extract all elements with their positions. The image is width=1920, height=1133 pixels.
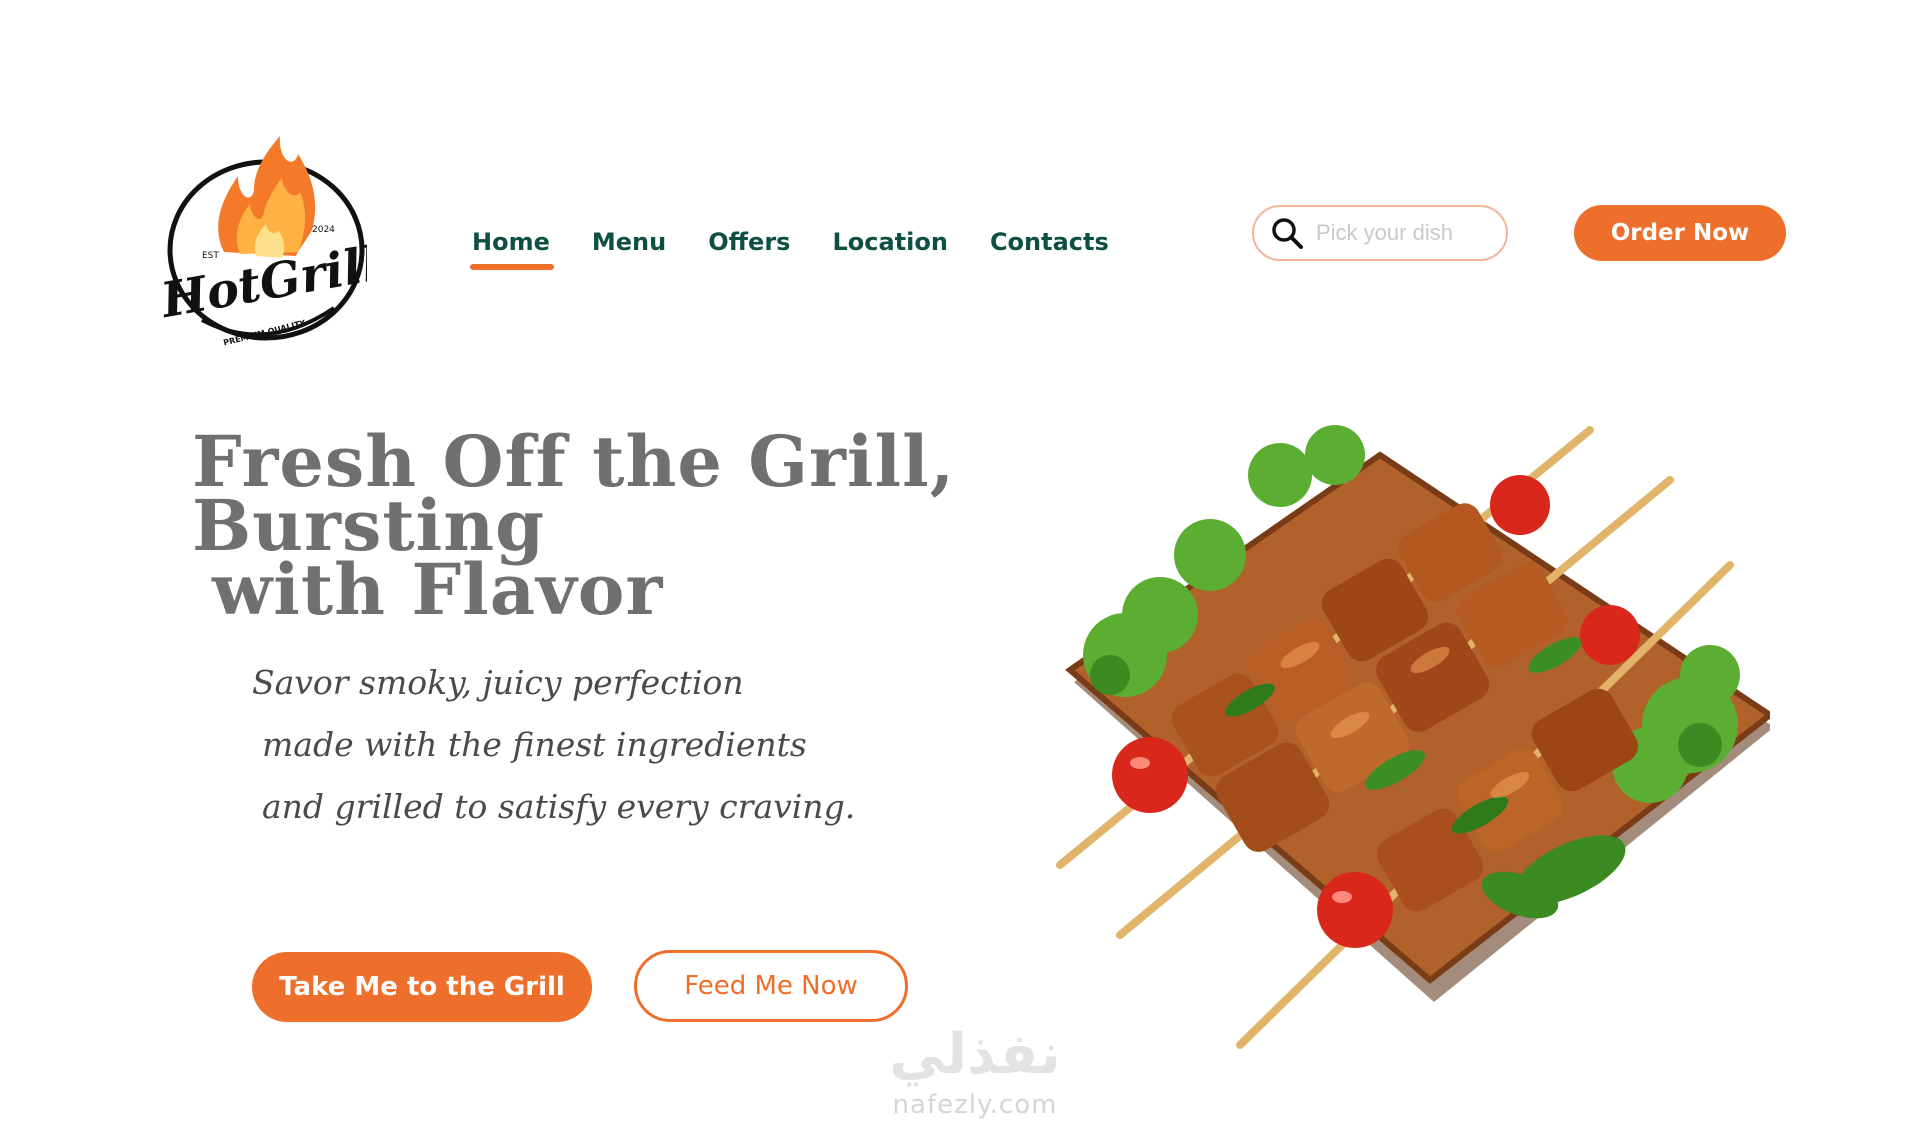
search-input[interactable] xyxy=(1314,219,1488,247)
hero-title-line-1: Fresh Off the Grill, Bursting xyxy=(192,420,956,567)
hero-subtitle-line-1: Savor smoky, juicy perfection xyxy=(252,663,744,702)
nav-item-offers[interactable]: Offers xyxy=(708,228,790,264)
search-box[interactable] xyxy=(1252,205,1508,261)
nav-item-home[interactable]: Home xyxy=(470,228,554,270)
svg-text:EST: EST xyxy=(202,251,219,261)
nav-item-menu[interactable]: Menu xyxy=(592,228,666,264)
nav-item-contacts[interactable]: Contacts xyxy=(990,228,1109,264)
hero-subtitle: Savor smoky, juicy perfection made with … xyxy=(252,652,855,838)
kebab-illustration xyxy=(1056,425,1770,1049)
svg-text:2024: 2024 xyxy=(312,225,335,235)
take-me-to-grill-button[interactable]: Take Me to the Grill xyxy=(252,952,592,1022)
hero-subtitle-line-2: made with the finest ingredients xyxy=(262,725,807,764)
feed-me-now-button[interactable]: Feed Me Now xyxy=(634,950,908,1022)
nav-item-location[interactable]: Location xyxy=(832,228,947,264)
kebab-skewers-image xyxy=(1050,415,1770,1055)
hero-subtitle-line-3: and grilled to satisfy every craving. xyxy=(262,787,856,826)
hotgrill-logo-icon: EST 2024 HotGrill PREMIUM QUALITY xyxy=(162,136,367,347)
search-icon[interactable] xyxy=(1270,216,1304,250)
brand-logo[interactable]: EST 2024 HotGrill PREMIUM QUALITY xyxy=(162,132,367,347)
main-nav: Home Menu Offers Location Contacts xyxy=(470,228,1109,270)
watermark-latin: nafezly.com xyxy=(892,1090,1058,1120)
order-now-button[interactable]: Order Now xyxy=(1574,205,1786,261)
hero-title: Fresh Off the Grill, Bursting with Flavo… xyxy=(192,427,1172,631)
hero-title-line-2: with Flavor xyxy=(212,548,664,631)
